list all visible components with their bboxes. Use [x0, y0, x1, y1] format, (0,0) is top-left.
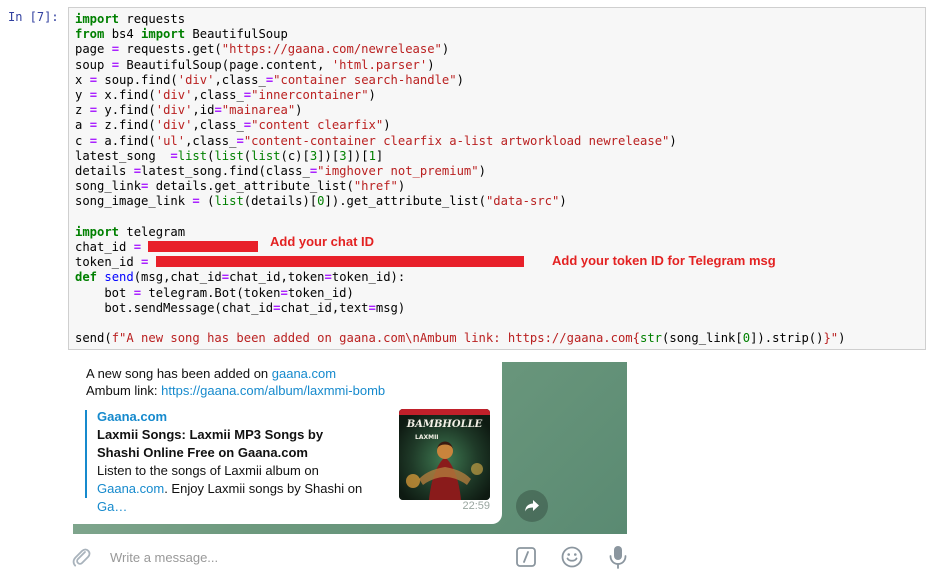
album-link[interactable]: https://gaana.com/album/laxmmi-bomb	[161, 383, 385, 398]
message-line-2: Ambum link: https://gaana.com/album/laxm…	[86, 383, 386, 398]
telegram-chat-area: A new song has been added on gaana.com A…	[73, 362, 627, 534]
emoji-icon[interactable]	[560, 545, 584, 574]
notebook-cell[interactable]: In [7]: import requests from bs4 import …	[0, 0, 926, 350]
message-bubble[interactable]: A new song has been added on gaana.com A…	[73, 362, 502, 524]
message-input[interactable]: Write a message...	[110, 550, 218, 565]
redacted-chat-id	[148, 241, 259, 253]
preview-description: Listen to the songs of Laxmii album on G…	[97, 463, 363, 514]
token-id-annotation: Add your token ID for Telegram msg	[552, 253, 776, 268]
message-composer: Write a message...	[0, 540, 926, 572]
preview-thumbnail[interactable]: BAMBHOLLE LAXMII	[399, 409, 490, 500]
share-arrow-icon	[525, 500, 539, 512]
redacted-token-id	[155, 256, 524, 268]
preview-site-name: Gaana.com	[97, 409, 168, 424]
chat-id-annotation: Add your chat ID	[270, 234, 375, 249]
preview-accent-bar	[85, 410, 87, 498]
microphone-icon[interactable]	[607, 544, 629, 575]
album-art-image: BAMBHOLLE LAXMII	[399, 409, 490, 500]
code-text: import requests from bs4 import Beautifu…	[75, 12, 846, 346]
code-editor[interactable]: import requests from bs4 import Beautifu…	[68, 7, 926, 350]
gaana-link[interactable]: gaana.com	[272, 366, 336, 381]
link-preview[interactable]: Gaana.com Laxmii Songs: Laxmii MP3 Songs…	[97, 408, 369, 516]
share-button[interactable]	[516, 490, 548, 522]
paperclip-icon[interactable]	[70, 546, 92, 573]
commands-icon[interactable]	[515, 546, 537, 573]
cell-prompt: In [7]:	[8, 10, 59, 24]
svg-text:LAXMII: LAXMII	[415, 434, 439, 441]
message-timestamp: 22:59	[462, 500, 490, 512]
message-line-1: A new song has been added on gaana.com	[86, 366, 337, 381]
svg-text:BAMBHOLLE: BAMBHOLLE	[406, 419, 483, 430]
preview-title: Laxmii Songs: Laxmii MP3 Songs by Shashi…	[97, 427, 324, 460]
